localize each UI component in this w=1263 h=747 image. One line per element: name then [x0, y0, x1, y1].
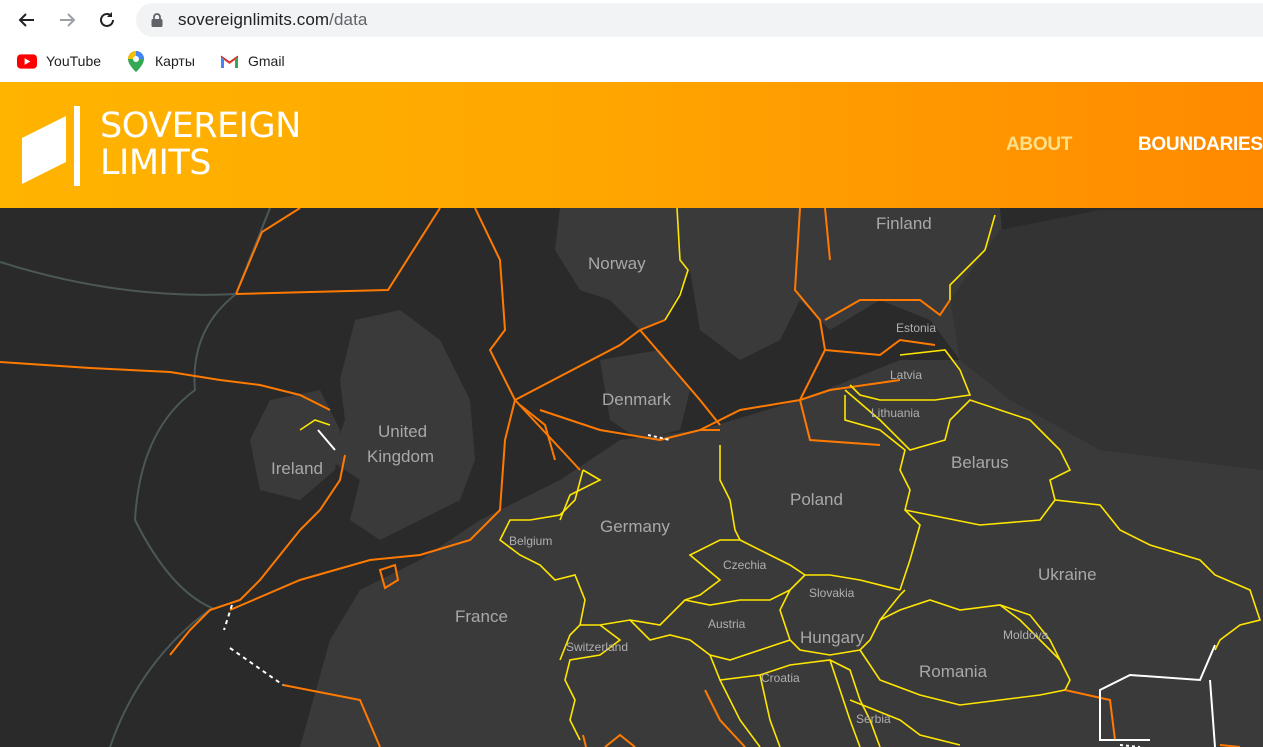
forward-button[interactable] — [53, 6, 81, 34]
lock-icon — [151, 13, 163, 27]
label-serbia: Serbia — [856, 712, 891, 726]
forward-arrow-icon — [60, 13, 76, 27]
label-norway: Norway — [588, 254, 646, 273]
url-path: /data — [329, 10, 368, 29]
maps-icon — [126, 50, 146, 72]
reload-icon — [100, 12, 114, 27]
bookmark-gmail[interactable]: Gmail — [219, 50, 285, 72]
youtube-icon — [17, 51, 37, 71]
label-austria: Austria — [708, 617, 746, 631]
label-hungary: Hungary — [800, 628, 865, 647]
nav-boundaries[interactable]: BOUNDARIES — [1138, 134, 1263, 156]
site-header: SOVEREIGN LIMITS ABOUT BOUNDARIES — [0, 82, 1263, 208]
back-arrow-icon — [18, 13, 34, 27]
label-germany: Germany — [600, 517, 670, 536]
label-slovakia: Slovakia — [809, 586, 855, 600]
gmail-icon — [219, 51, 239, 71]
map-canvas — [0, 208, 1263, 747]
bookmark-label: Карты — [155, 53, 195, 69]
url-text: sovereignlimits.com/data — [178, 10, 367, 30]
label-ukraine: Ukraine — [1038, 565, 1097, 584]
logo-line2: LIMITS — [100, 143, 211, 183]
land-masses — [250, 208, 1263, 747]
eez-outer-lines — [0, 208, 271, 747]
bookmark-label: Gmail — [248, 53, 285, 69]
reload-button[interactable] — [93, 6, 121, 34]
bookmark-label: YouTube — [46, 53, 102, 69]
bookmark-youtube[interactable]: YouTube — [17, 50, 101, 72]
logo-mark-icon[interactable] — [22, 104, 86, 186]
label-estonia: Estonia — [896, 321, 937, 335]
label-finland: Finland — [876, 214, 932, 233]
label-romania: Romania — [919, 662, 988, 681]
label-ireland: Ireland — [271, 459, 323, 478]
label-france: France — [455, 607, 508, 626]
back-button[interactable] — [13, 6, 41, 34]
logo-line1: SOVEREIGN — [100, 106, 301, 146]
address-bar[interactable]: sovereignlimits.com/data — [136, 3, 1263, 37]
label-moldova: Moldova — [1003, 628, 1049, 642]
site-logo[interactable]: SOVEREIGN LIMITS — [100, 108, 301, 182]
label-belgium: Belgium — [509, 534, 553, 548]
label-czechia: Czechia — [723, 558, 767, 572]
label-latvia: Latvia — [890, 368, 923, 382]
label-denmark: Denmark — [602, 390, 671, 409]
label-switzerland: Switzerland — [566, 640, 629, 654]
bookmarks-bar: YouTube Карты Gmail — [0, 40, 1263, 82]
browser-toolbar: sovereignlimits.com/data — [0, 0, 1263, 40]
label-lithuania: Lithuania — [871, 406, 920, 420]
label-united-kingdom-1: United — [378, 422, 428, 441]
bookmark-maps[interactable]: Карты — [126, 50, 195, 72]
label-poland: Poland — [790, 490, 843, 509]
label-belarus: Belarus — [951, 453, 1009, 472]
url-domain: sovereignlimits.com — [178, 10, 330, 29]
nav-about[interactable]: ABOUT — [1006, 134, 1072, 156]
boundaries-map[interactable]: Finland Norway Estonia Latvia Denmark Li… — [0, 208, 1263, 747]
label-croatia: Croatia — [761, 671, 800, 685]
label-united-kingdom-2: Kingdom — [367, 447, 435, 466]
